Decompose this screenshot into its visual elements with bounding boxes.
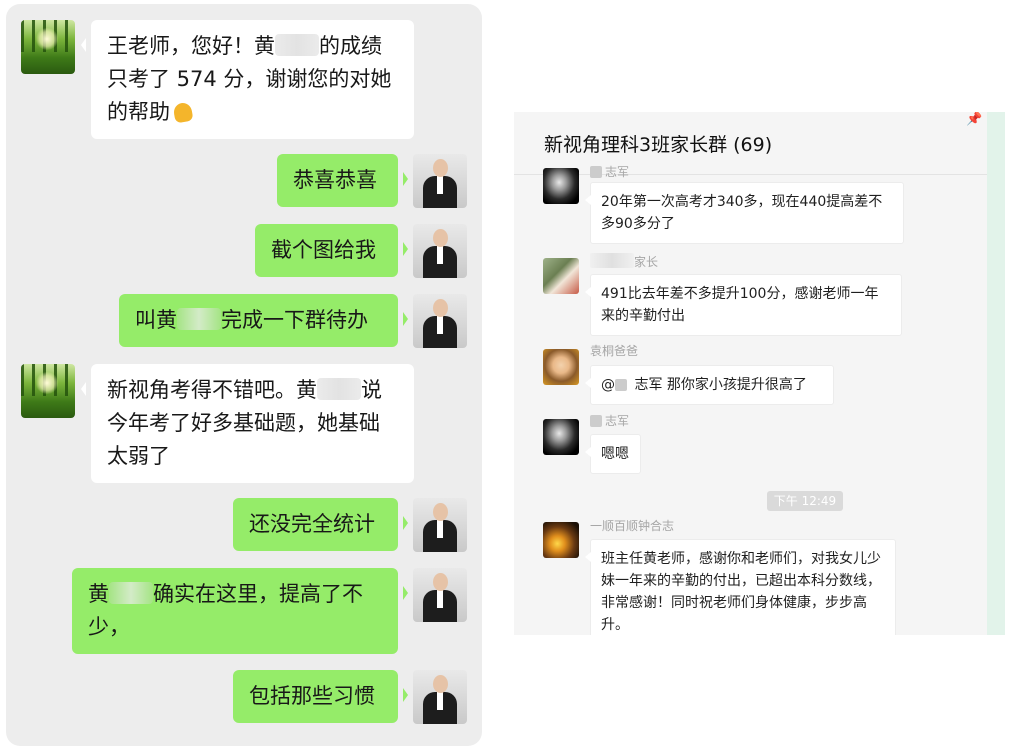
outgoing-message[interactable]: 截个图给我 (255, 224, 408, 277)
incoming-message[interactable]: 新视角考得不错吧。黄 说今年考了好多基础题，她基础太弱了 (81, 364, 414, 483)
sender-name: 志军 (590, 164, 629, 180)
message-text: 20年第一次高考才340多，现在440提高差不多90多分了 (601, 194, 883, 232)
user-avatar[interactable] (413, 294, 467, 348)
message-text: 包括那些习惯 (249, 684, 375, 708)
group-message[interactable]: @ 志军 那你家小孩提升很高了 (585, 365, 834, 405)
group-message[interactable]: 491比去年差不多提升100分，感谢老师一年来的辛勤付出 (585, 274, 902, 336)
mention-symbol: @ (601, 377, 615, 393)
group-title: 新视角理科3班家长群 (69) (544, 134, 773, 156)
outgoing-message[interactable]: 恭喜恭喜 (277, 154, 408, 207)
message-text: 新视角考得不错吧。黄 (107, 378, 317, 402)
group-chat-panel: 新视角理科3班家长群 (69) 📌 志军 20年第一次高考才340多，现在440… (514, 112, 1005, 635)
redacted-name (109, 582, 153, 604)
member-avatar[interactable] (543, 258, 579, 294)
message-text: 还没完全统计 (249, 512, 375, 536)
redacted-name (590, 253, 634, 268)
outgoing-message[interactable]: 包括那些习惯 (233, 670, 408, 723)
message-text: 王老师，您好！黄 (107, 34, 275, 58)
message-text: 志军 那你家小孩提升很高了 (634, 377, 807, 393)
redacted-name (317, 378, 361, 400)
group-message[interactable]: 班主任黄老师，感谢你和老师们，对我女儿少妹一年来的辛勤的付出，已超出本科分数线，… (585, 539, 896, 635)
member-avatar[interactable] (543, 349, 579, 385)
message-text: 恭喜恭喜 (293, 168, 377, 192)
message-text: 黄 (88, 582, 109, 606)
praying-hands-emoji-icon (170, 101, 196, 123)
chat-header: 新视角理科3班家长群 (69) 📌 (514, 112, 987, 175)
group-message[interactable]: 20年第一次高考才340多，现在440提高差不多90多分了 (585, 182, 904, 244)
contact-avatar[interactable] (21, 364, 75, 418)
side-bar (987, 112, 1005, 635)
message-text: 叫黄 (135, 308, 177, 332)
message-text: 班主任黄老师，感谢你和老师们，对我女儿少妹一年来的辛勤的付出，已超出本科分数线，… (601, 551, 881, 633)
private-chat-panel: 王老师，您好！黄 的成绩只考了 574 分，谢谢您的对她的帮助 恭喜恭喜 截个图给… (6, 4, 482, 746)
pin-icon[interactable]: 📌 (966, 112, 982, 127)
outgoing-message[interactable]: 黄确实在这里，提高了不少， (72, 568, 408, 654)
user-avatar[interactable] (413, 670, 467, 724)
member-avatar[interactable] (543, 522, 579, 558)
outgoing-message[interactable]: 还没完全统计 (233, 498, 408, 551)
member-avatar[interactable] (543, 168, 579, 204)
redacted-name (177, 308, 221, 330)
incoming-message[interactable]: 王老师，您好！黄 的成绩只考了 574 分，谢谢您的对她的帮助 (81, 20, 414, 139)
member-avatar[interactable] (543, 419, 579, 455)
message-text: 491比去年差不多提升100分，感谢老师一年来的辛勤付出 (601, 286, 879, 324)
member-icon (590, 415, 602, 427)
sender-name: 家长 (590, 253, 658, 269)
message-text: 嗯嗯 (601, 446, 629, 462)
message-text: 完成一下群待办 (221, 308, 368, 332)
user-avatar[interactable] (413, 154, 467, 208)
user-avatar[interactable] (413, 568, 467, 622)
sender-name: 志军 (590, 413, 629, 429)
message-text: 截个图给我 (271, 238, 376, 262)
sender-name: 一顺百顺钟合志 (590, 519, 675, 533)
outgoing-message[interactable]: 叫黄 完成一下群待办 (119, 294, 408, 347)
redacted-name (275, 34, 319, 56)
user-avatar[interactable] (413, 498, 467, 552)
group-message[interactable]: 嗯嗯 (585, 434, 641, 474)
user-avatar[interactable] (413, 224, 467, 278)
contact-avatar[interactable] (21, 20, 75, 74)
timestamp: 下午 12:49 (767, 491, 843, 511)
sender-name: 袁桐爸爸 (590, 344, 639, 358)
member-icon (590, 166, 602, 178)
member-icon (615, 379, 627, 391)
